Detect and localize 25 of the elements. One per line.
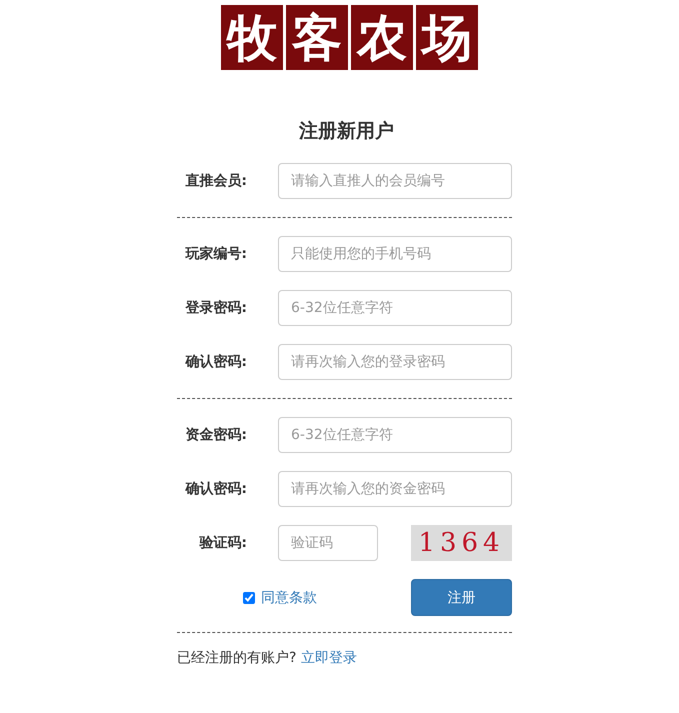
agree-checkbox[interactable]	[243, 592, 255, 604]
field-label: 资金密码:	[184, 426, 247, 444]
input-field[interactable]: 请再次输入您的资金密码	[278, 471, 512, 507]
input-field[interactable]: 请再次输入您的登录密码	[278, 344, 512, 380]
field-label: 登录密码:	[184, 299, 247, 317]
login-link[interactable]: 立即登录	[300, 650, 357, 666]
footer-text: 已经注册的有账户?	[177, 650, 296, 666]
field-label: 确认密码:	[184, 480, 247, 498]
field-label: 直推会员:	[184, 172, 247, 190]
input-field[interactable]: 只能使用您的手机号码	[278, 236, 512, 272]
field-label: 确认密码:	[184, 353, 247, 371]
field-label: 玩家编号:	[184, 245, 247, 263]
field-label: 验证码:	[198, 534, 247, 552]
terms-link[interactable]: 同意条款	[261, 588, 317, 606]
captcha-image[interactable]: 1364	[411, 525, 512, 561]
logo-character: 场	[416, 5, 478, 70]
logo-character: 农	[351, 5, 413, 70]
captcha-field[interactable]: 验证码	[278, 525, 378, 561]
input-field[interactable]: 6-32位任意字符	[278, 290, 512, 326]
register-button[interactable]: 注册	[411, 579, 512, 616]
logo-character: 牧	[221, 5, 283, 70]
form-title: 注册新用户	[298, 119, 395, 144]
input-field[interactable]: 请输入直推人的会员编号	[278, 163, 512, 199]
input-field[interactable]: 6-32位任意字符	[278, 417, 512, 453]
logo-character: 客	[286, 5, 348, 70]
